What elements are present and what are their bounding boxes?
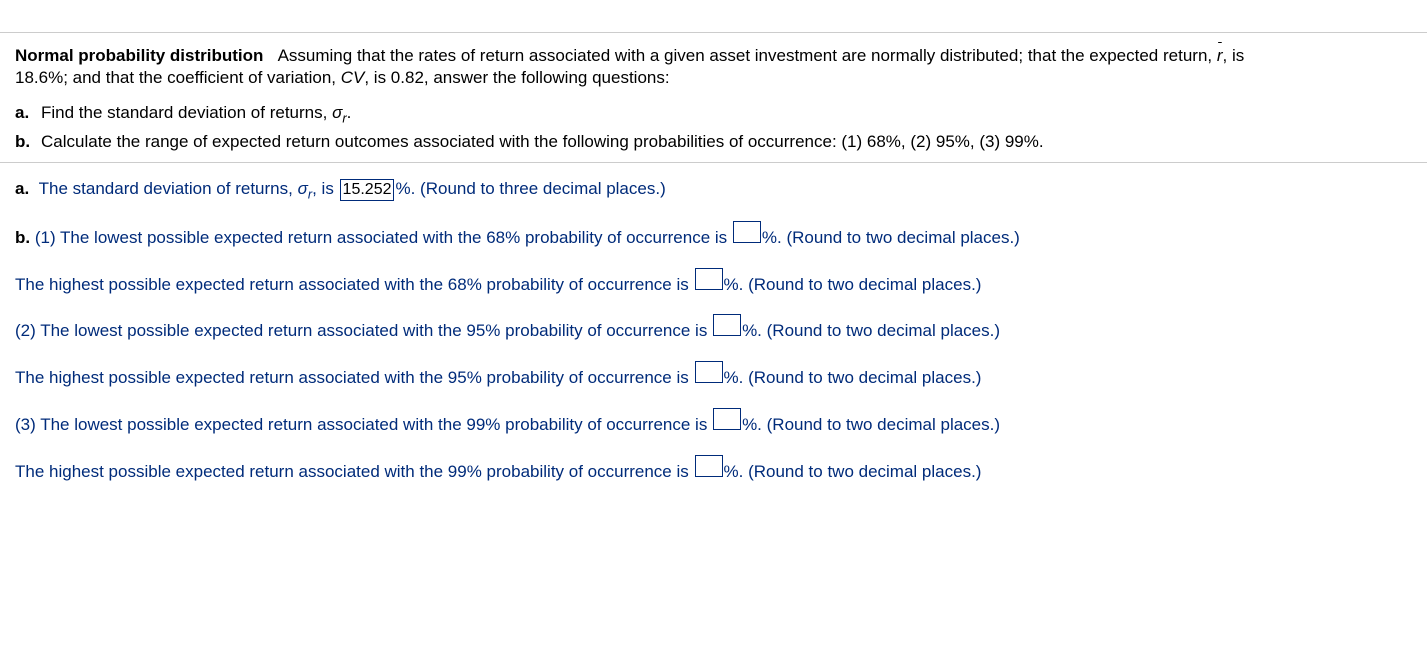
b1-high-suffix: %.	[724, 275, 749, 294]
b2-high-suffix: %.	[724, 368, 749, 387]
b3-low-suffix: %.	[742, 415, 767, 434]
topic-label: Normal probability distribution	[15, 46, 263, 65]
answer-a-label: a.	[15, 179, 29, 198]
answer-b2-low-row: (2) The lowest possible expected return …	[15, 314, 1412, 343]
b1-high-input[interactable]	[695, 268, 723, 290]
b2-low-suffix: %.	[742, 321, 767, 340]
problem-intro: Normal probability distribution Assuming…	[15, 45, 1412, 89]
b2-low-input[interactable]	[713, 314, 741, 336]
answer-a-row: a. The standard deviation of returns, σr…	[15, 177, 1412, 203]
b3-high-suffix: %.	[724, 462, 749, 481]
question-b: b. Calculate the range of expected retur…	[15, 132, 1412, 152]
b1-low-text: (1) The lowest possible expected return …	[30, 228, 732, 247]
question-a: a. Find the standard deviation of return…	[15, 103, 1412, 125]
cv-symbol: CV	[341, 68, 365, 87]
answer-b1-low-row: b. (1) The lowest possible expected retu…	[15, 221, 1412, 250]
answer-b1-high-row: The highest possible expected return ass…	[15, 268, 1412, 297]
b3-high-text: The highest possible expected return ass…	[15, 462, 694, 481]
hint-2dp-6: (Round to two decimal places.)	[748, 462, 981, 481]
b2-low-text: (2) The lowest possible expected return …	[15, 321, 712, 340]
question-a-text-post: .	[347, 103, 352, 122]
sigma-r-symbol-ans: σr	[298, 179, 313, 198]
question-a-label: a.	[15, 103, 33, 123]
hint-2dp-4: (Round to two decimal places.)	[748, 368, 981, 387]
question-b-label: b.	[15, 132, 33, 152]
hint-2dp-5: (Round to two decimal places.)	[767, 415, 1000, 434]
answer-a-input[interactable]: 15.252	[340, 179, 395, 201]
sigma-r-symbol: σr	[332, 103, 347, 122]
answer-a-pre: The standard deviation of returns,	[39, 179, 298, 198]
answer-b3-low-row: (3) The lowest possible expected return …	[15, 408, 1412, 437]
answer-b2-high-row: The highest possible expected return ass…	[15, 361, 1412, 390]
answer-a-mid: , is	[312, 179, 338, 198]
answer-b3-high-row: The highest possible expected return ass…	[15, 455, 1412, 484]
b1-low-input[interactable]	[733, 221, 761, 243]
question-b-text: Calculate the range of expected return o…	[41, 132, 1044, 152]
intro-text-1a: Assuming that the rates of return associ…	[278, 46, 1217, 65]
b3-high-input[interactable]	[695, 455, 723, 477]
b1-high-text: The highest possible expected return ass…	[15, 275, 694, 294]
answer-a-post: %.	[395, 179, 420, 198]
intro-text-1b: , is	[1223, 46, 1245, 65]
hint-2dp-1: (Round to two decimal places.)	[786, 228, 1019, 247]
b1-low-suffix: %.	[762, 228, 787, 247]
b3-low-input[interactable]	[713, 408, 741, 430]
hint-2dp-3: (Round to two decimal places.)	[767, 321, 1000, 340]
intro-text-2: 18.6%; and that the coefficient of varia…	[15, 68, 341, 87]
hint-3dp: (Round to three decimal places.)	[420, 179, 666, 198]
r-bar-symbol: r	[1217, 45, 1223, 67]
b2-high-input[interactable]	[695, 361, 723, 383]
b3-low-text: (3) The lowest possible expected return …	[15, 415, 712, 434]
b2-high-text: The highest possible expected return ass…	[15, 368, 694, 387]
answer-b-label: b.	[15, 228, 30, 247]
intro-text-2b: , is 0.82, answer the following question…	[364, 68, 669, 87]
question-a-text-pre: Find the standard deviation of returns,	[41, 103, 332, 122]
hint-2dp-2: (Round to two decimal places.)	[748, 275, 981, 294]
